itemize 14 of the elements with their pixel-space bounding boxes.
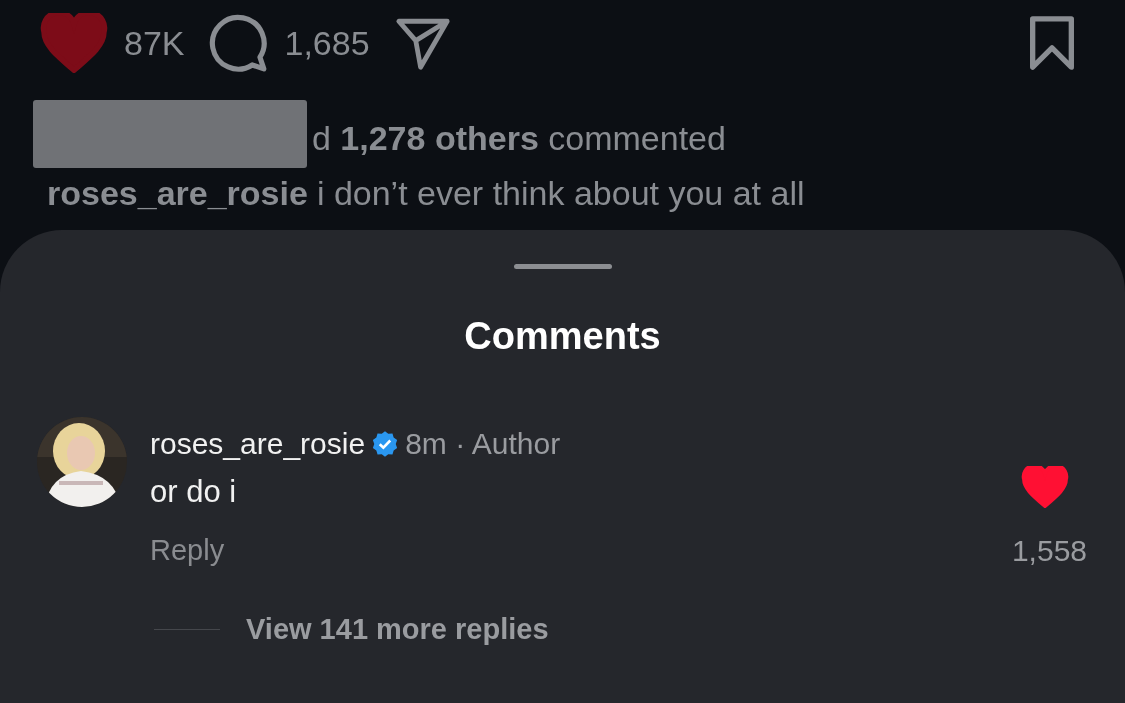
view-replies-link[interactable]: View 141 more replies (246, 613, 549, 646)
like-count: 87K (124, 23, 185, 63)
comment-count: 1,685 (284, 23, 370, 63)
caption-text: i don’t ever think about you at all (316, 173, 805, 213)
comment-summary[interactable]: d 1,278 others commented (312, 118, 726, 158)
sheet-title: Comments (464, 315, 661, 358)
like-count: 1,558 (1011, 534, 1087, 568)
comment-username[interactable]: roses_are_rosie (150, 427, 366, 461)
drag-handle[interactable] (513, 264, 612, 269)
comment-text: or do i (150, 474, 238, 510)
comment-meta: 8m · Author (405, 427, 561, 461)
heart-icon[interactable] (1021, 466, 1069, 508)
reply-link[interactable]: Reply (150, 534, 225, 566)
caption-username[interactable]: roses_are_rosie (47, 173, 308, 213)
